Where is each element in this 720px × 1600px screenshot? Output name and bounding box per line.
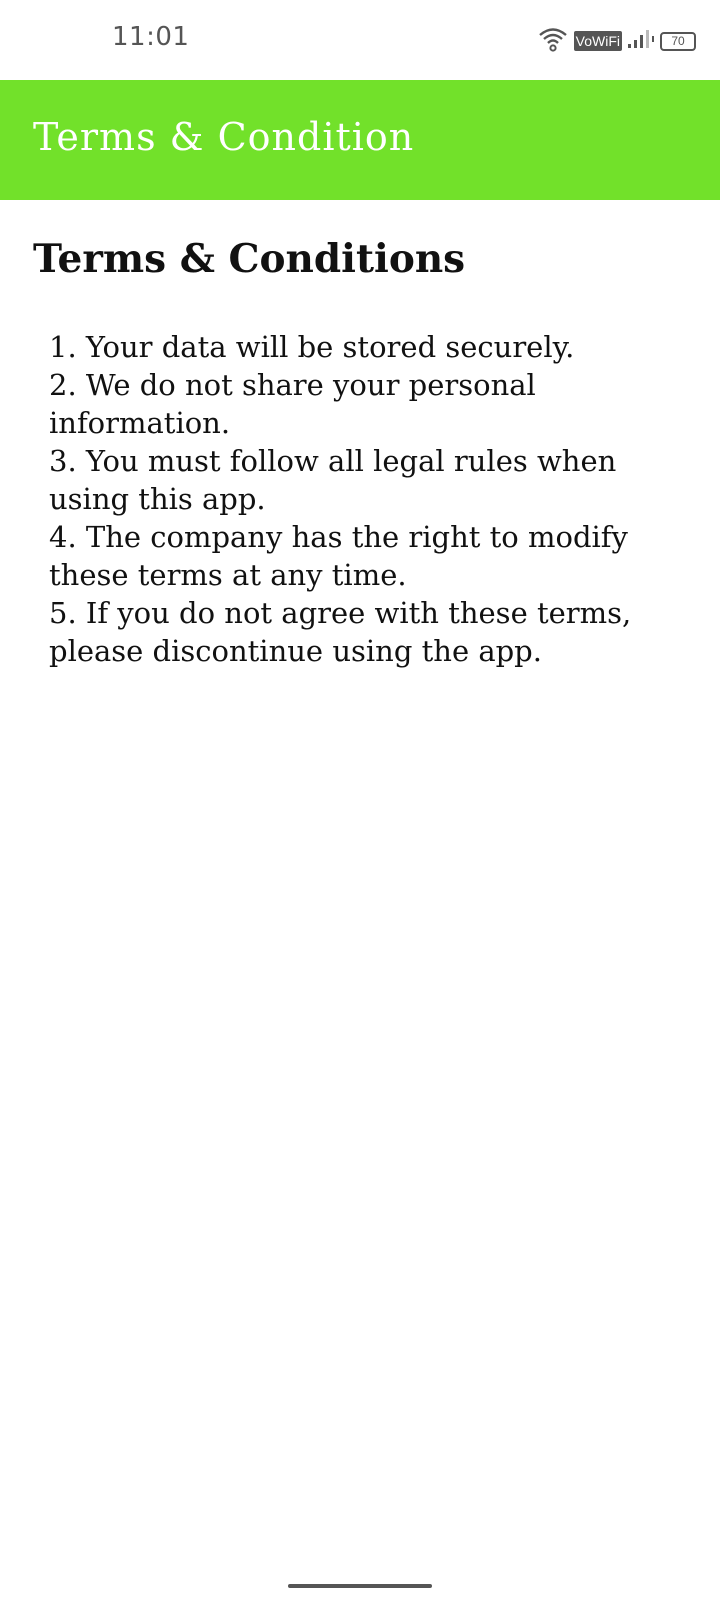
term-item-3: 3. You must follow all legal rules when … [49, 444, 617, 516]
app-bar: Terms & Condition [0, 80, 720, 200]
home-indicator[interactable] [288, 1584, 432, 1588]
status-time: 11:01 [112, 22, 190, 52]
status-bar: 11:01 VoWiFi 70 [0, 0, 720, 80]
term-item-2: 2. We do not share your personal informa… [49, 368, 536, 440]
term-item-5: 5. If you do not agree with these terms,… [49, 596, 632, 668]
signal-icon [628, 28, 654, 54]
term-item-4: 4. The company has the right to modify t… [49, 520, 628, 592]
terms-content: Terms & Conditions 1. Your data will be … [33, 236, 673, 670]
status-icons: VoWiFi 70 [538, 26, 696, 56]
app-bar-title: Terms & Condition [33, 115, 415, 159]
page-title: Terms & Conditions [33, 236, 466, 282]
vowifi-badge: VoWiFi [573, 31, 622, 51]
term-item-1: 1. Your data will be stored securely. [49, 330, 575, 364]
terms-list: 1. Your data will be stored securely. 2.… [49, 328, 649, 670]
wifi-icon [538, 26, 568, 56]
battery-icon: 70 [660, 31, 696, 51]
